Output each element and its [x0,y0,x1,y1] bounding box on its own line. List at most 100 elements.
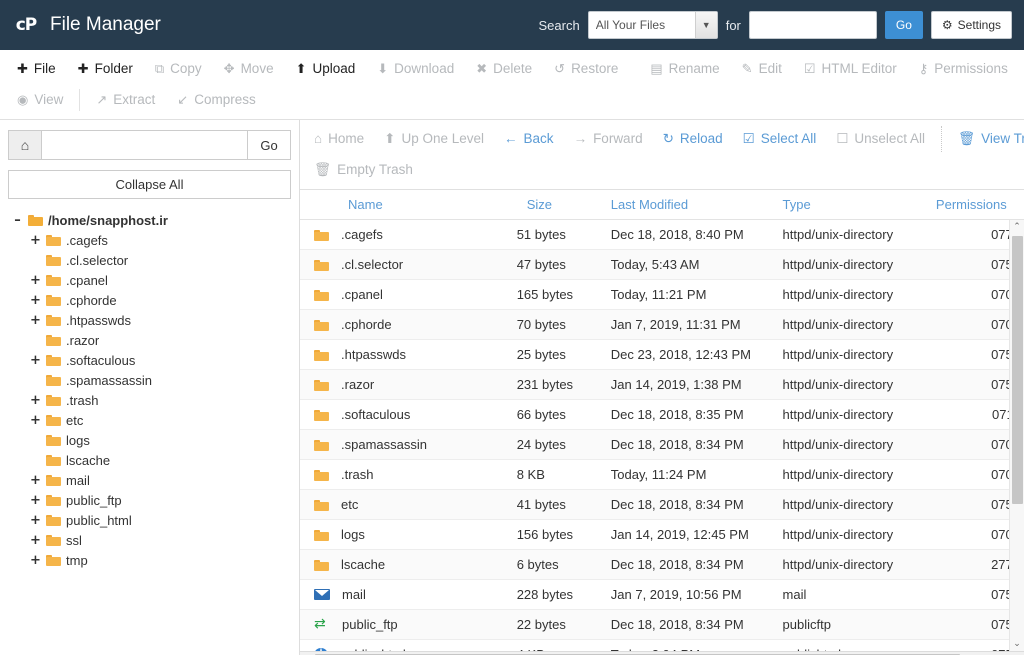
nav-button-label: View Trash [981,131,1024,146]
table-row[interactable]: .spamassassin 24 bytes Dec 18, 2018, 8:34 … [300,429,1024,460]
column-header-type[interactable]: Type [778,190,932,220]
toolbar-button-label: View [34,92,64,107]
tree-node-tmp[interactable]: + tmp [8,550,291,570]
search-scope-select[interactable]: All Your Files [587,11,718,39]
file-name-label: .cpanel [341,287,383,302]
table-row[interactable]: .trash 8 KB Today, 11:24 PM httpd/unix-dire… [300,459,1024,490]
cell-name[interactable]: ⇄ public_ftp [300,609,513,640]
tree-node-lscache[interactable]: lscache [8,450,291,470]
tree-node-mail[interactable]: + mail [8,470,291,490]
cell-name[interactable]: .cl.selector [300,249,513,280]
home-icon[interactable]: ⌂ [8,130,42,160]
tree-node-public-html[interactable]: + public_html [8,510,291,530]
nav-button-view-trash[interactable]: 🗑 View Trash [948,127,1024,151]
expand-plus-icon[interactable]: + [30,514,41,527]
tree-node-softaculous[interactable]: + .softaculous [8,350,291,370]
tree-node-etc[interactable]: + etc [8,410,291,430]
tree-node-cl-selector[interactable]: .cl.selector [8,250,291,270]
tree-node-ssl[interactable]: + ssl [8,530,291,550]
cell-name[interactable]: logs [300,519,513,550]
path-input[interactable] [42,130,247,160]
toolbar-button-folder[interactable]: ✚ Folder [67,57,144,80]
table-row[interactable]: .cagefs 51 bytes Dec 18, 2018, 8:40 PM http… [300,220,1024,250]
expand-plus-icon[interactable]: + [30,414,41,427]
cell-name[interactable]: .softaculous [300,399,513,430]
tree-node-logs[interactable]: logs [8,430,291,450]
expand-plus-icon[interactable]: + [30,394,41,407]
table-row[interactable]: .cl.selector 47 bytes Today, 5:43 AM httpd/… [300,249,1024,280]
column-header-last-modified[interactable]: Last Modified [606,190,779,220]
nav-button-reload[interactable]: ↻ Reload [653,127,733,151]
table-row[interactable]: public_html4 KBToday, 2:04 PMpublichtml0… [300,639,1024,651]
column-header-size[interactable]: Size [512,190,607,220]
table-row[interactable]: etc 41 bytes Dec 18, 2018, 8:34 PM httpd/un… [300,489,1024,520]
collapse-all-button[interactable]: Collapse All [8,170,291,199]
nav-button-empty-trash[interactable]: 🗑 Empty Trash [304,158,423,182]
expand-plus-icon[interactable]: + [30,314,41,327]
expand-plus-icon[interactable]: + [30,554,41,567]
tree-node-htpasswds[interactable]: + .htpasswds [8,310,291,330]
toolbar-button-upload[interactable]: ⬆ Upload [285,57,367,80]
tree-node-home-snapphost-ir[interactable]: – /home/snapphost.ir [8,210,291,230]
table-row[interactable]: .softaculous 66 bytes Dec 18, 2018, 8:35 P… [300,399,1024,430]
folder-icon [314,499,329,511]
nav-button-back[interactable]: ← Back [494,127,564,150]
expand-plus-icon[interactable]: + [30,534,41,547]
table-row[interactable]: mail 228 bytes Jan 7, 2019, 10:56 PM mail 07… [300,579,1024,610]
table-row[interactable]: .cpanel 165 bytes Today, 11:21 PM httpd/uni… [300,279,1024,310]
expand-plus-icon[interactable]: + [30,274,41,287]
tree-node-spamassassin[interactable]: .spamassassin [8,370,291,390]
cell-name[interactable]: public_html [300,639,513,651]
name-cell: etc [314,497,509,512]
cell-name[interactable]: etc [300,489,513,520]
toolbar-button-file[interactable]: ✚ File [6,57,67,80]
folder-icon [314,289,329,301]
table-row[interactable]: ⇄ public_ftp 22 bytes Dec 18, 2018, 8:34 PM… [300,609,1024,640]
cell-name[interactable]: .cpanel [300,279,513,310]
expand-plus-icon[interactable]: + [30,294,41,307]
nav-button-forward[interactable]: → Forward [564,127,653,150]
tree-node-label: .cagefs [66,232,108,248]
nav-button-select-all[interactable]: ☑ Select All [733,127,827,151]
cell-name[interactable]: .cagefs [300,220,513,250]
scroll-up-arrow-icon[interactable]: ⌃ [1010,220,1024,234]
table-row[interactable]: .cphorde 70 bytes Jan 7, 2019, 11:31 PM htt… [300,309,1024,340]
search-input[interactable] [748,11,877,39]
table-row[interactable]: logs 156 bytes Jan 14, 2019, 12:45 PM httpd… [300,519,1024,550]
horizontal-scrollbar[interactable]: ❮ ❯ [300,651,1024,655]
cell-name[interactable]: .cphorde [300,309,513,340]
vertical-scrollbar[interactable]: ⌃ ⌄ [1009,220,1024,651]
column-header-permissions[interactable]: Permissions [931,190,1024,220]
cell-name[interactable]: mail [300,579,513,610]
tree-node-trash[interactable]: + .trash [8,390,291,410]
cell-name[interactable]: lscache [300,549,513,580]
cell-name[interactable]: .razor [300,369,513,400]
nav-button-home[interactable]: ⌂ Home [304,127,374,150]
folder-icon [46,414,61,426]
expand-plus-icon[interactable]: + [30,474,41,487]
tree-node-public-ftp[interactable]: + public_ftp [8,490,291,510]
table-row[interactable]: lscache 6 bytes Dec 18, 2018, 8:34 PM httpd… [300,549,1024,580]
tree-node-cagefs[interactable]: + .cagefs [8,230,291,250]
nav-button-unselect-all[interactable]: ☐ Unselect All [826,127,935,151]
cell-name[interactable]: .htpasswds [300,339,513,370]
tree-node-cpanel[interactable]: + .cpanel [8,270,291,290]
tree-node-cphorde[interactable]: + .cphorde [8,290,291,310]
vertical-scrollbar-thumb[interactable] [1012,236,1023,504]
settings-button[interactable]: ⚙ Settings [930,11,1012,39]
table-row[interactable]: .htpasswds 25 bytes Dec 23, 2018, 12:43 PM… [300,339,1024,370]
expand-plus-icon[interactable]: + [30,354,41,367]
cell-name[interactable]: .spamassassin [300,429,513,460]
expand-plus-icon[interactable]: + [30,234,41,247]
tree-node-razor[interactable]: .razor [8,330,291,350]
nav-button-up-one-level[interactable]: ⬆ Up One Level [374,127,494,151]
search-go-button[interactable]: Go [884,11,923,39]
expand-plus-icon[interactable]: + [30,494,41,507]
toolbar-separator [79,88,81,111]
column-header-name[interactable]: Name [300,190,513,220]
cell-name[interactable]: .trash [300,459,513,490]
scroll-down-arrow-icon[interactable]: ⌄ [1010,637,1024,651]
collapse-minus-icon[interactable]: – [12,214,23,227]
table-row[interactable]: .razor 231 bytes Jan 14, 2019, 1:38 PM http… [300,369,1024,400]
path-go-button[interactable]: Go [247,130,291,160]
